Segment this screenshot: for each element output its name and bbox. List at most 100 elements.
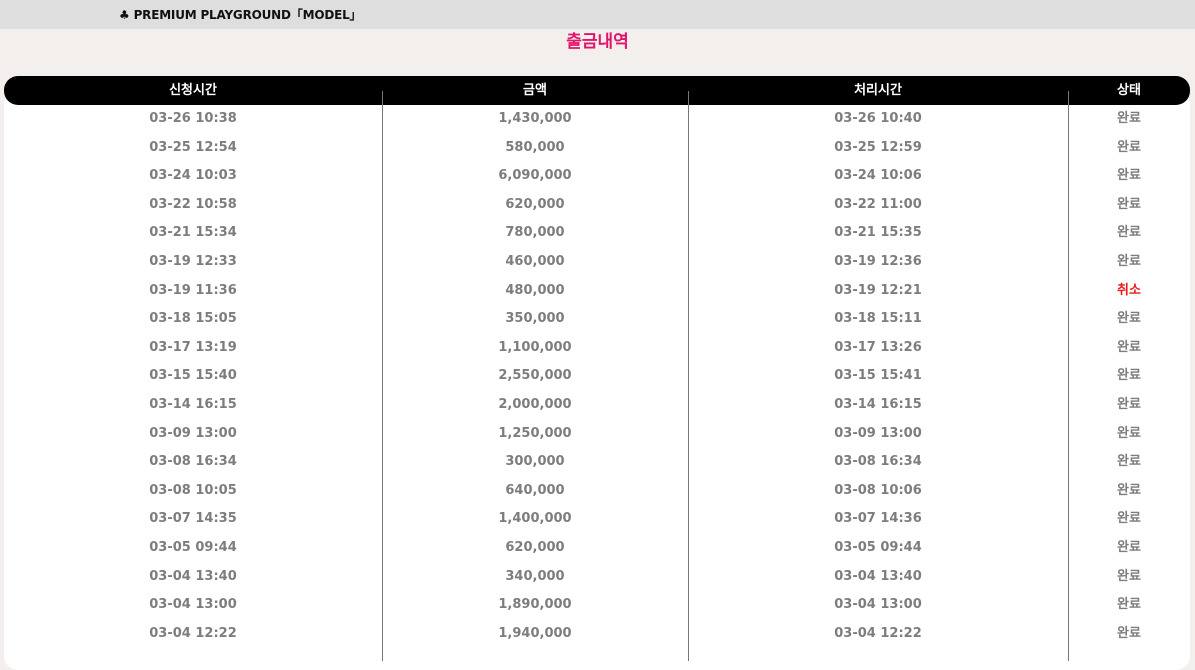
table-row: 03-08 10:05 640,000 03-08 10:06 완료 [4,477,1190,506]
table-row: 03-19 11:36 480,000 03-19 12:21 취소 [4,277,1190,306]
requested-time-cell: 03-15 15:40 [149,368,237,384]
table-row: 03-05 09:44 620,000 03-05 09:44 완료 [4,534,1190,563]
status-cell: 완료 [1117,625,1141,641]
requested-time-cell: 03-04 12:22 [149,625,237,641]
status-cell: 완료 [1117,339,1141,355]
amount-cell: 2,000,000 [498,397,572,412]
amount-cell: 1,940,000 [498,625,572,641]
requested-time-cell: 03-09 13:00 [149,425,237,441]
processed-time-cell: 03-04 13:00 [834,597,922,613]
status-cell: 취소 [1117,282,1141,298]
requested-time-cell: 03-05 09:44 [149,540,237,555]
processed-time-cell: 03-24 10:06 [834,168,922,184]
processed-time-cell: 03-17 13:26 [834,339,922,355]
requested-time-cell: 03-17 13:19 [149,339,237,355]
amount-cell: 780,000 [505,225,565,241]
table-row: 03-04 12:22 1,940,000 03-04 12:22 완료 [4,620,1190,649]
amount-cell: 1,100,000 [498,339,572,355]
status-cell: 완료 [1117,397,1141,412]
processed-time-cell: 03-25 12:59 [834,139,922,155]
brand-text: PREMIUM PLAYGROUND「MODEL」 [133,8,362,22]
requested-time-cell: 03-25 12:54 [149,139,237,155]
amount-cell: 300,000 [505,454,565,470]
withdrawal-table: 신청시간 금액 처리시간 상태 03-26 10:38 1,430,000 03-2… [4,76,1190,670]
amount-cell: 1,250,000 [498,425,572,441]
header-status: 상태 [1117,83,1141,98]
amount-cell: 1,430,000 [498,111,572,126]
club-icon: ♣ [119,8,130,22]
amount-cell: 1,890,000 [498,597,572,613]
table-row: 03-14 16:15 2,000,000 03-14 16:15 완료 [4,391,1190,420]
requested-time-cell: 03-26 10:38 [149,111,237,126]
status-cell: 완료 [1117,254,1141,269]
amount-cell: 340,000 [505,568,565,584]
processed-time-cell: 03-08 10:06 [834,482,922,498]
amount-cell: 620,000 [505,196,565,212]
status-cell: 완료 [1117,568,1141,584]
amount-cell: 640,000 [505,482,565,498]
amount-cell: 350,000 [505,311,565,327]
table-row: 03-25 12:54 580,000 03-25 12:59 완료 [4,134,1190,163]
processed-time-cell: 03-05 09:44 [834,540,922,555]
table-row: 03-09 13:00 1,250,000 03-09 13:00 완료 [4,420,1190,449]
status-cell: 완료 [1117,225,1141,241]
column-divider [1068,91,1069,661]
table-row: 03-04 13:40 340,000 03-04 13:40 완료 [4,563,1190,592]
status-cell: 완료 [1117,111,1141,126]
processed-time-cell: 03-15 15:41 [834,368,922,384]
processed-time-cell: 03-26 10:40 [834,111,922,126]
status-cell: 완료 [1117,454,1141,470]
header-requested-time: 신청시간 [169,83,217,98]
processed-time-cell: 03-08 16:34 [834,454,922,470]
requested-time-cell: 03-04 13:00 [149,597,237,613]
amount-cell: 460,000 [505,254,565,269]
header-processed-time: 처리시간 [854,83,902,98]
amount-cell: 620,000 [505,540,565,555]
processed-time-cell: 03-18 15:11 [834,311,922,327]
amount-cell: 580,000 [505,139,565,155]
requested-time-cell: 03-08 16:34 [149,454,237,470]
requested-time-cell: 03-14 16:15 [149,397,237,412]
status-cell: 완료 [1117,540,1141,555]
table-row: 03-17 13:19 1,100,000 03-17 13:26 완료 [4,334,1190,363]
status-cell: 완료 [1117,425,1141,441]
table-row: 03-24 10:03 6,090,000 03-24 10:06 완료 [4,162,1190,191]
status-cell: 완료 [1117,511,1141,527]
status-cell: 완료 [1117,368,1141,384]
requested-time-cell: 03-22 10:58 [149,196,237,212]
table-row: 03-07 14:35 1,400,000 03-07 14:36 완료 [4,505,1190,534]
table-row: 03-22 10:58 620,000 03-22 11:00 완료 [4,191,1190,220]
table-body: 03-26 10:38 1,430,000 03-26 10:40 완료 03-25 1… [4,90,1190,670]
processed-time-cell: 03-04 12:22 [834,625,922,641]
table-row: 03-18 15:05 350,000 03-18 15:11 완료 [4,305,1190,334]
column-divider [382,91,383,661]
table-header: 신청시간 금액 처리시간 상태 [4,76,1190,105]
requested-time-cell: 03-08 10:05 [149,482,237,498]
table-row: 03-26 10:38 1,430,000 03-26 10:40 완료 [4,105,1190,134]
status-cell: 완료 [1117,196,1141,212]
processed-time-cell: 03-07 14:36 [834,511,922,527]
requested-time-cell: 03-19 11:36 [149,282,237,298]
processed-time-cell: 03-14 16:15 [834,397,922,412]
status-cell: 완료 [1117,311,1141,327]
status-cell: 완료 [1117,482,1141,498]
table-row: 03-19 12:33 460,000 03-19 12:36 완료 [4,248,1190,277]
status-cell: 완료 [1117,168,1141,184]
brand-label[interactable]: ♣ PREMIUM PLAYGROUND「MODEL」 [119,6,362,23]
amount-cell: 2,550,000 [498,368,572,384]
processed-time-cell: 03-22 11:00 [834,196,922,212]
requested-time-cell: 03-24 10:03 [149,168,237,184]
requested-time-cell: 03-04 13:40 [149,568,237,584]
table-row: 03-21 15:34 780,000 03-21 15:35 완료 [4,219,1190,248]
table-row: 03-08 16:34 300,000 03-08 16:34 완료 [4,448,1190,477]
status-cell: 완료 [1117,139,1141,155]
amount-cell: 480,000 [505,282,565,298]
requested-time-cell: 03-07 14:35 [149,511,237,527]
top-bar: ♣ PREMIUM PLAYGROUND「MODEL」 [0,0,1195,29]
column-divider [688,91,689,661]
amount-cell: 1,400,000 [498,511,572,527]
processed-time-cell: 03-21 15:35 [834,225,922,241]
table-row: 03-04 13:00 1,890,000 03-04 13:00 완료 [4,591,1190,620]
processed-time-cell: 03-04 13:40 [834,568,922,584]
page-title: 출금내역 [566,32,629,52]
